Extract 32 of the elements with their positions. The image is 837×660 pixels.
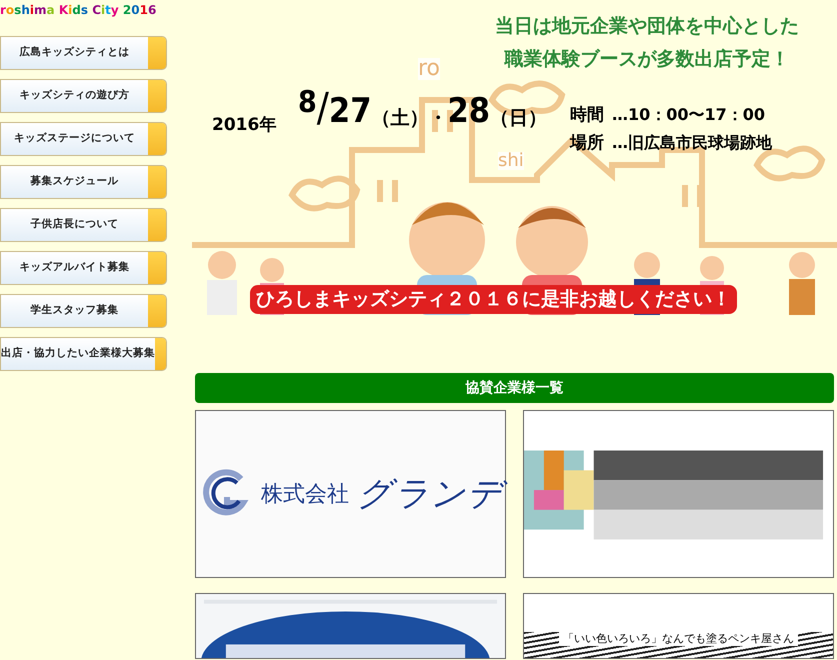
company-type: 株式会社 — [261, 480, 350, 508]
nav-button[interactable]: キッズアルバイト募集 — [0, 251, 167, 285]
tab-marker — [148, 166, 166, 198]
section-header: 協賛企業様一覧 — [195, 373, 834, 403]
tab-marker — [148, 123, 166, 155]
decor-letters: shi — [498, 152, 524, 170]
info-label: 場所 — [570, 132, 604, 154]
nav-button[interactable]: キッズシティの遊び方 — [0, 79, 167, 113]
info-value: …10：00〜17：00 — [612, 104, 766, 126]
headline-text: 職業体験ブースが多数出店予定！ — [504, 46, 790, 72]
nav-button[interactable]: 募集スケジュール — [0, 165, 167, 199]
tab-marker — [148, 80, 166, 112]
info-label: 時間 — [570, 104, 604, 127]
nav-button[interactable]: 広島キッズシティとは — [0, 36, 167, 70]
tab-marker — [148, 252, 166, 284]
tab-marker — [148, 37, 166, 69]
nav-button[interactable]: 学生スタッフ募集 — [0, 294, 167, 328]
sponsor-card[interactable]: 「いい色いろいろ」なんでも塗るペンキ屋さん — [523, 593, 834, 659]
site-title[interactable]: roshima Kids City 2016 — [0, 0, 192, 20]
nav-button[interactable]: 出店・協力したい企業様大募集 — [0, 337, 167, 371]
tab-marker — [155, 338, 166, 370]
ad-caption: 「いい色いろいろ」なんでも塗るペンキ屋さん — [559, 632, 798, 646]
headline-text: 当日は地元企業や団体を中心とした — [495, 14, 799, 39]
call-to-action: ひろしまキッズシティ２０１６に是非お越しください！ — [250, 285, 737, 314]
tab-marker — [148, 209, 166, 241]
nav-button[interactable]: 子供店長について — [0, 208, 167, 242]
decor-letters: ro — [418, 58, 440, 80]
nav-button[interactable]: キッズステージについて — [0, 122, 167, 156]
year-text: 2016年 — [212, 114, 276, 137]
sponsor-card[interactable]: 株式会社 グランデ — [195, 410, 506, 578]
tab-marker — [148, 295, 166, 327]
info-value: …旧広島市民球場跡地 — [612, 132, 772, 154]
